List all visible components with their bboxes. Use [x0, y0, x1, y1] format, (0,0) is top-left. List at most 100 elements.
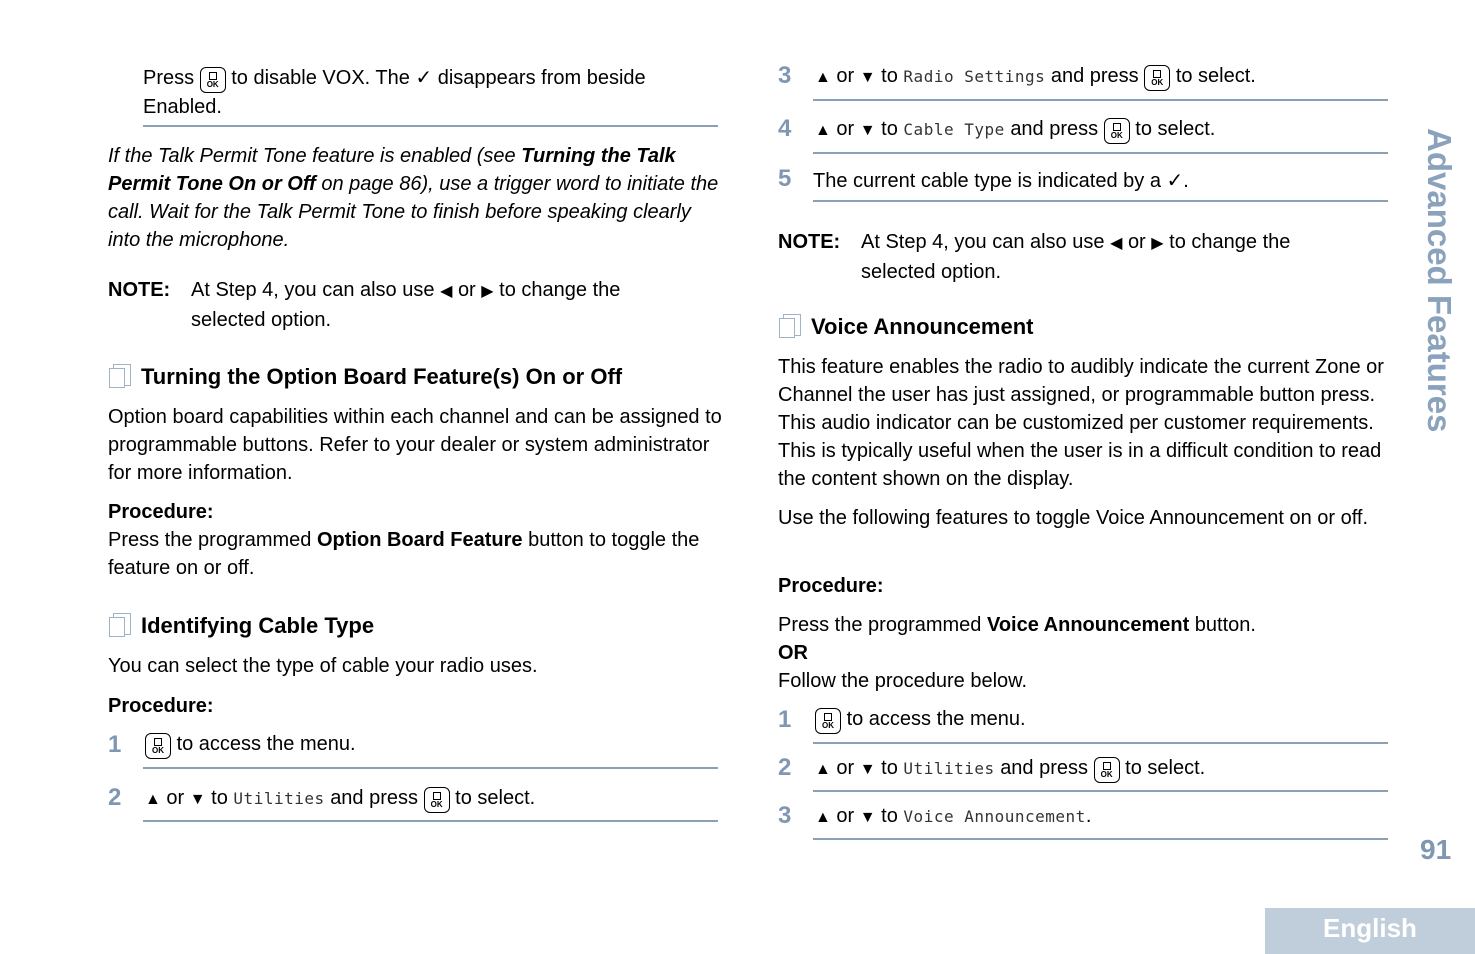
down-arrow-icon: ▼: [859, 809, 876, 826]
procedure-text: Press the programmed Voice Announcement …: [778, 611, 1390, 639]
text: selected option.: [191, 309, 332, 331]
procedure-label: Procedure:: [108, 501, 214, 523]
step-number: 5: [778, 165, 792, 192]
down-arrow-icon: ▼: [189, 791, 206, 808]
text: to access the menu.: [846, 708, 1026, 730]
text: and press: [1010, 118, 1099, 140]
text: and press: [1000, 757, 1089, 779]
section-heading-voice-announcement: Voice Announcement: [779, 314, 1033, 340]
section-heading-option-board: Turning the Option Board Feature(s) On o…: [109, 364, 623, 390]
text: or: [166, 787, 185, 809]
menu-item-text: Cable Type: [903, 120, 1005, 139]
voice-step-3: ▲ or ▼ to Voice Announcement.: [815, 802, 1091, 832]
text: selected option.: [861, 261, 1002, 283]
text: At Step 4, you can also use: [191, 279, 435, 301]
ok-menu-button-icon: OK: [145, 733, 171, 759]
chapter-side-tab: Advanced Features: [1421, 128, 1458, 433]
step-divider: [143, 767, 718, 769]
right-arrow-icon: ▶: [481, 283, 494, 300]
section-icon: [779, 314, 801, 338]
text: to access the menu.: [176, 733, 356, 755]
text: to select.: [1125, 757, 1206, 779]
text: and press: [330, 787, 419, 809]
text: Press: [143, 67, 195, 89]
text: to: [211, 787, 228, 809]
text: Press the programmed: [778, 614, 987, 636]
procedure-label: Procedure:: [108, 695, 214, 717]
step-2: ▲ or ▼ to Utilities and press OK to sele…: [145, 784, 535, 814]
section-body: Option board capabilities within each ch…: [108, 406, 722, 484]
step-divider: [813, 200, 1388, 202]
text: to change the: [1169, 231, 1291, 253]
text: to disable VOX. The ✓ disappears from be…: [231, 67, 646, 89]
text: to select.: [1135, 118, 1216, 140]
text: to change the: [499, 279, 621, 301]
talk-permit-note: If the Talk Permit Tone feature is enabl…: [108, 142, 723, 254]
note-block: NOTE: At Step 4, you can also use ◀ or ▶…: [778, 228, 1393, 283]
menu-item-text: Voice Announcement: [903, 807, 1086, 826]
left-arrow-icon: ◀: [1110, 235, 1123, 252]
section-icon: [109, 364, 131, 388]
section-body: This feature enables the radio to audibl…: [778, 356, 1384, 490]
step-5: The current cable type is indicated by a…: [813, 170, 1189, 192]
step-divider: [143, 125, 718, 127]
down-arrow-icon: ▼: [859, 69, 876, 86]
step-3: ▲ or ▼ to Radio Settings and press OK to…: [815, 62, 1256, 92]
text: Voice Announcement: [986, 614, 1190, 636]
heading-text: Identifying Cable Type: [141, 613, 375, 638]
section-body: Use the following features to toggle Voi…: [778, 507, 1369, 529]
text: or: [836, 757, 855, 779]
up-arrow-icon: ▲: [815, 809, 831, 826]
note-label: NOTE:: [108, 279, 171, 301]
up-arrow-icon: ▲: [815, 69, 831, 86]
menu-item-text: Radio Settings: [903, 67, 1046, 86]
menu-item-text: Utilities: [233, 789, 325, 808]
step-4: ▲ or ▼ to Cable Type and press OK to sel…: [815, 115, 1215, 145]
ok-menu-button-icon: OK: [423, 787, 450, 813]
text: or: [1127, 231, 1146, 253]
note-label: NOTE:: [778, 231, 841, 253]
up-arrow-icon: ▲: [815, 122, 831, 139]
text: or: [457, 279, 476, 301]
ok-menu-button-icon: OK: [1144, 65, 1171, 91]
step-divider: [813, 838, 1388, 840]
language-tab: English: [1265, 908, 1475, 954]
step-number: 2: [108, 784, 122, 811]
step-number: 3: [778, 802, 792, 829]
text: At Step 4, you can also use: [861, 231, 1105, 253]
left-arrow-icon: ◀: [440, 283, 453, 300]
up-arrow-icon: ▲: [815, 761, 831, 778]
text: or: [836, 118, 855, 140]
heading-text: Turning the Option Board Feature(s) On o…: [141, 364, 623, 389]
page-number: 91: [1420, 834, 1452, 865]
text: to: [881, 65, 898, 87]
step-number: 3: [778, 62, 792, 89]
menu-item-text: Utilities: [903, 759, 995, 778]
procedure-label: Procedure:: [778, 575, 884, 597]
section-icon: [109, 613, 131, 637]
note-block: NOTE: At Step 4, you can also use ◀ or ▶…: [108, 276, 723, 331]
down-arrow-icon: ▼: [859, 761, 876, 778]
step-divider: [813, 99, 1388, 101]
text: Follow the procedure below.: [778, 670, 1028, 692]
step-number: 1: [108, 731, 122, 758]
text: If the Talk Permit Tone feature is enabl…: [108, 145, 522, 167]
text: and press: [1050, 65, 1139, 87]
step-number: 1: [778, 706, 792, 733]
ok-menu-button-icon: OK: [1093, 757, 1120, 783]
ok-menu-button-icon: OK: [199, 67, 226, 93]
text: to select.: [1175, 65, 1256, 87]
text: to: [881, 757, 898, 779]
or-label: OR: [778, 642, 808, 664]
step-divider: [143, 820, 718, 822]
ok-menu-button-icon: OK: [1103, 118, 1130, 144]
voice-step-1: OK to access the menu.: [815, 705, 1026, 734]
text: or: [836, 65, 855, 87]
text: Option Board Feature: [316, 529, 523, 551]
voice-step-2: ▲ or ▼ to Utilities and press OK to sele…: [815, 754, 1205, 784]
text: to: [881, 805, 898, 827]
text: to select.: [455, 787, 536, 809]
step-number: 4: [778, 115, 792, 142]
text: .: [1085, 805, 1092, 827]
section-heading-cable-type: Identifying Cable Type: [109, 613, 375, 639]
